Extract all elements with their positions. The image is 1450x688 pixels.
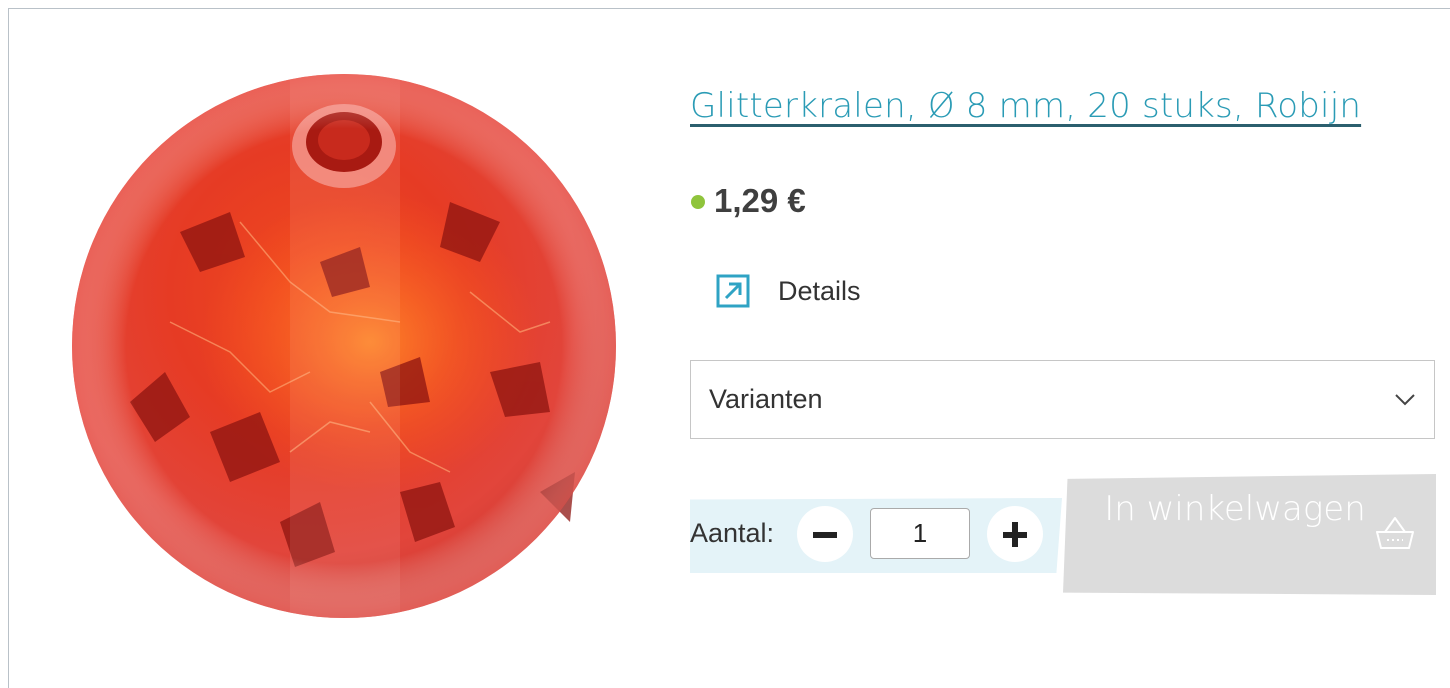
quantity-label: Aantal: (690, 518, 775, 548)
details-label: Details (778, 275, 861, 306)
product-price: 1,29 € (714, 182, 806, 219)
quantity-input[interactable] (870, 508, 970, 559)
details-link[interactable]: Details (716, 274, 861, 308)
product-title-link[interactable]: Glitterkralen, Ø 8 mm, 20 stuks, Robijn (690, 86, 1361, 127)
minus-icon (813, 532, 837, 538)
quantity-increase-button[interactable] (987, 506, 1043, 562)
variants-label: Varianten (709, 384, 823, 414)
price-row: 1,29 € (691, 176, 806, 226)
variants-dropdown[interactable]: Varianten (690, 360, 1435, 439)
quantity-decrease-button[interactable] (797, 506, 853, 562)
availability-dot (691, 195, 705, 209)
bead-image (72, 72, 616, 620)
add-to-cart-button[interactable] (1063, 474, 1436, 595)
product-image[interactable] (70, 72, 618, 620)
external-link-icon (716, 274, 750, 308)
chevron-down-icon (1395, 393, 1415, 405)
